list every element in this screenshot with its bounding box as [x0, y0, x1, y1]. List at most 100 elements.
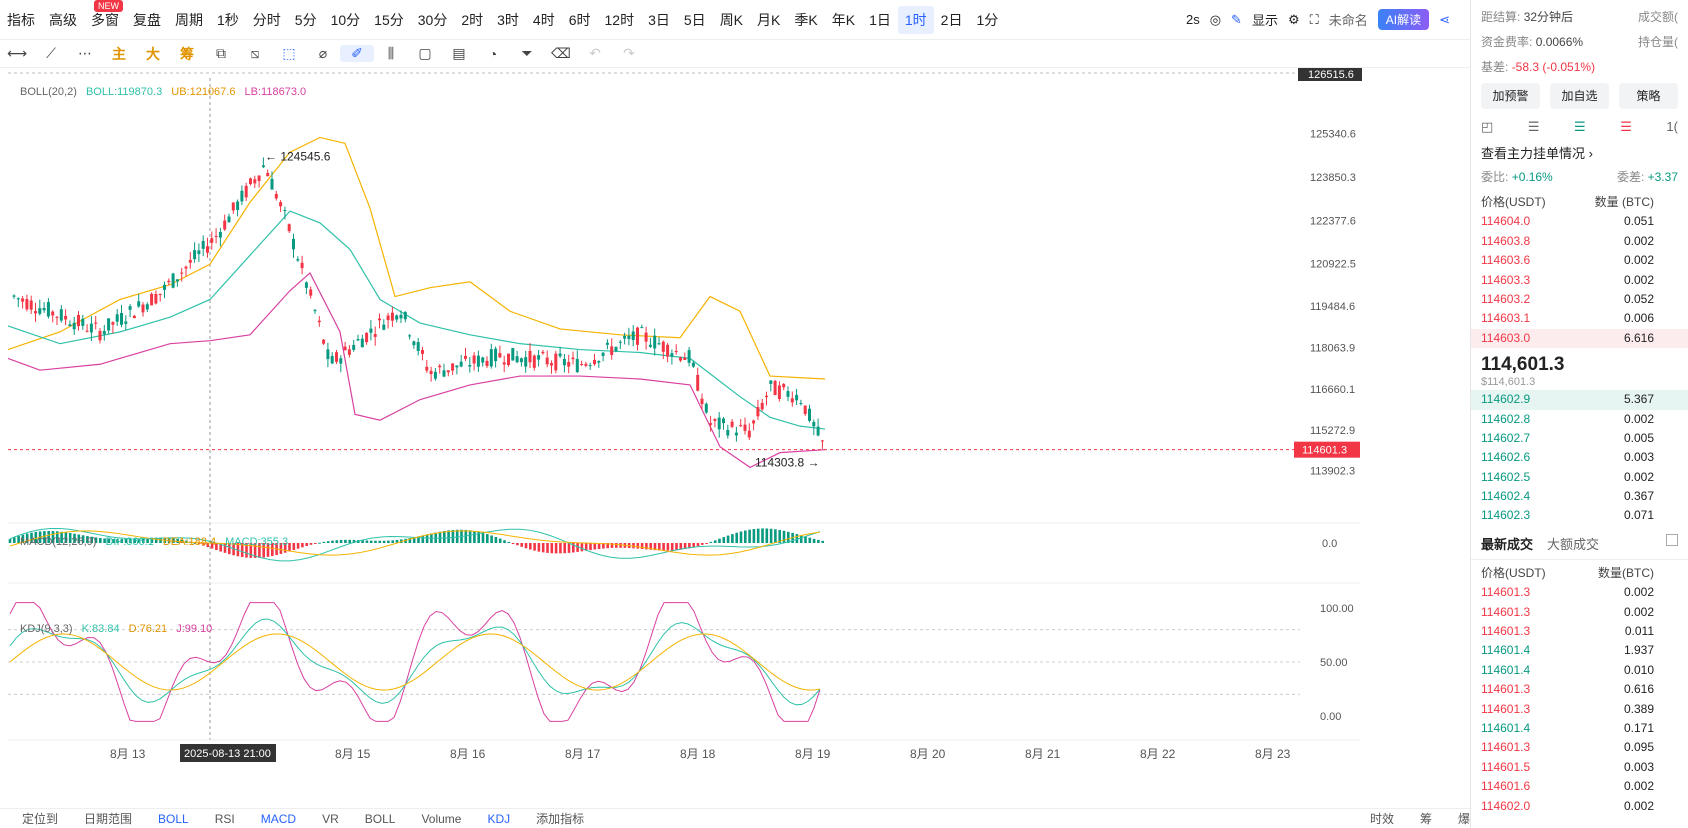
toolbar-item-5[interactable]: 1秒 [210, 0, 246, 40]
toolbar-item-24[interactable]: 2日 [934, 0, 970, 40]
trend-line-icon[interactable]: ⟋ [34, 45, 68, 62]
orderbook-row[interactable]: 114601.3 0.011 [1471, 622, 1688, 641]
bottom-item-2[interactable]: BOLL [158, 812, 189, 826]
bottom-item-7[interactable]: Volume [421, 812, 461, 826]
lock-icon[interactable]: ▢ [408, 45, 442, 62]
toolbar-item-16[interactable]: 3日 [641, 0, 677, 40]
orderbook-row[interactable]: 114601.4 0.171 [1471, 719, 1688, 738]
ruler-icon[interactable]: ⌀ [306, 45, 340, 62]
toolbar-item-4[interactable]: 周期 [168, 0, 210, 40]
bottom-item-4[interactable]: MACD [261, 812, 296, 826]
orderbook-row[interactable]: 114601.3 0.095 [1471, 738, 1688, 757]
toolbar-item-15[interactable]: 12时 [598, 0, 642, 40]
toolbar-item-14[interactable]: 6时 [562, 0, 598, 40]
orderbook-row[interactable]: 114601.4 0.010 [1471, 661, 1688, 680]
toolbar-item-17[interactable]: 5日 [677, 0, 713, 40]
toolbar-item-12[interactable]: 3时 [490, 0, 526, 40]
toolbar-item-10[interactable]: 30分 [411, 0, 455, 40]
orderbook-row[interactable]: 114603.8 0.002 [1471, 232, 1688, 251]
orderbook-row[interactable]: 114602.4 0.367 [1471, 487, 1688, 506]
bottom-item-0[interactable]: 定位到 [22, 810, 58, 827]
mode-ask-icon[interactable]: ☰ [1620, 119, 1632, 135]
bottom-item-11[interactable]: 筹 [1420, 810, 1432, 827]
bottom-item-3[interactable]: RSI [215, 812, 235, 826]
toolbar-item-25[interactable]: 1分 [969, 0, 1005, 40]
toolbar-item-1[interactable]: 高级 [42, 0, 84, 40]
refresh-rate[interactable]: 2s [1186, 12, 1200, 27]
magnet-icon[interactable]: ⧉ [204, 45, 238, 62]
orderbook-row[interactable]: 114602.3 0.071 [1471, 506, 1688, 525]
horizontal-line-icon[interactable]: ⟷ [0, 45, 34, 62]
pen-icon[interactable]: ✎ [1231, 12, 1242, 28]
tab-large-trades[interactable]: 大额成交 [1547, 534, 1599, 553]
main-force-button[interactable]: 主 [102, 44, 136, 64]
mode-bid-icon[interactable]: ☰ [1574, 119, 1586, 135]
add-alert-button[interactable]: 加预警 [1481, 83, 1540, 109]
share-icon[interactable]: ⋖ [1439, 12, 1450, 28]
bottom-item-1[interactable]: 日期范围 [84, 810, 132, 827]
measure-icon[interactable]: ⧅ [238, 45, 272, 62]
orderbook-row[interactable]: 114603.1 0.006 [1471, 309, 1688, 328]
rect-icon[interactable]: ⬚ [272, 45, 306, 62]
main-orders-link[interactable]: 查看主力挂单情况 › [1471, 143, 1688, 162]
orderbook-row[interactable]: 114601.6 0.002 [1471, 777, 1688, 796]
toolbar-item-0[interactable]: 指标 [0, 0, 42, 40]
bottom-item-9[interactable]: 添加指标 [536, 810, 584, 827]
redo-icon[interactable]: ↷ [612, 45, 646, 62]
palette-icon[interactable]: ◔ [476, 46, 510, 62]
toolbar-item-7[interactable]: 5分 [288, 0, 324, 40]
undo-icon[interactable]: ↶ [578, 45, 612, 62]
large-order-button[interactable]: 大 [136, 44, 170, 64]
candle-type-icon[interactable]: ⫼ [374, 45, 408, 62]
fullscreen-icon[interactable]: ⛶ [1310, 12, 1319, 28]
orderbook-row[interactable]: 114603.2 0.052 [1471, 290, 1688, 309]
checkbox-icon[interactable] [1666, 533, 1678, 546]
orderbook-row[interactable]: 114603.3 0.002 [1471, 271, 1688, 290]
orderbook-row[interactable]: 114601.3 0.389 [1471, 700, 1688, 719]
orderbook-row[interactable]: 114601.3 0.002 [1471, 583, 1688, 602]
bottom-item-8[interactable]: KDJ [487, 812, 510, 826]
bottom-item-6[interactable]: BOLL [365, 812, 396, 826]
toolbar-item-11[interactable]: 2时 [454, 0, 490, 40]
filter-icon[interactable]: ⏷ [510, 45, 544, 62]
toolbar-item-18[interactable]: 周K [713, 0, 750, 40]
orderbook-row[interactable]: 114602.6 0.003 [1471, 448, 1688, 467]
gear-icon[interactable]: ⚙ [1288, 12, 1300, 28]
mode-both-icon[interactable]: ☰ [1528, 119, 1540, 135]
toolbar-item-3[interactable]: 复盘 [126, 0, 168, 40]
toolbar-item-8[interactable]: 10分 [324, 0, 368, 40]
toolbar-item-13[interactable]: 4时 [526, 0, 562, 40]
toolbar-item-19[interactable]: 月K [750, 0, 787, 40]
orderbook-row[interactable]: 114601.3 0.002 [1471, 603, 1688, 622]
more-icon[interactable]: ⋯ [68, 45, 102, 62]
orderbook-row[interactable]: 114602.7 0.005 [1471, 429, 1688, 448]
orderbook-row[interactable]: 114602.9 5.367 [1471, 390, 1688, 410]
orderbook-row[interactable]: 114601.4 1.937 [1471, 641, 1688, 660]
toolbar-item-9[interactable]: 15分 [367, 0, 411, 40]
toolbar-item-6[interactable]: 分时 [246, 0, 288, 40]
ai-button[interactable]: AI解读 [1377, 9, 1430, 30]
cloud-layout[interactable]: 未命名 [1329, 10, 1368, 29]
orderbook-row[interactable]: 114602.8 0.002 [1471, 410, 1688, 429]
bottom-item-10[interactable]: 时效 [1370, 810, 1394, 827]
orderbook-row[interactable]: 114601.3 0.616 [1471, 680, 1688, 699]
bottom-item-5[interactable]: VR [322, 812, 339, 826]
brush-icon[interactable]: ✐ [340, 45, 374, 62]
toolbar-item-21[interactable]: 年K [825, 0, 862, 40]
chips-button[interactable]: 筹 [170, 44, 204, 64]
mode-icon[interactable]: ◰ [1481, 119, 1493, 135]
camera-icon[interactable]: ◎ [1210, 12, 1221, 28]
strategy-button[interactable]: 策略 [1619, 83, 1678, 109]
orderbook-row[interactable]: 114603.0 6.616 [1471, 328, 1688, 349]
orderbook-row[interactable]: 114601.5 0.003 [1471, 758, 1688, 777]
display-button[interactable]: 显示 [1252, 10, 1278, 29]
orderbook-row[interactable]: 114604.0 0.051 [1471, 212, 1688, 231]
toolbar-item-22[interactable]: 1日 [862, 0, 898, 40]
template-icon[interactable]: ▤ [442, 45, 476, 62]
toolbar-item-23[interactable]: 1时 [897, 5, 934, 34]
price-chart[interactable]: 125340.6 123850.3 122377.6 120922.5 119484.6… [0, 68, 1470, 828]
toolbar-item-20[interactable]: 季K [787, 0, 824, 40]
bottom-item-12[interactable]: 爆 [1458, 810, 1470, 827]
orderbook-row[interactable]: 114602.5 0.002 [1471, 468, 1688, 487]
tab-latest-trades[interactable]: 最新成交 [1481, 534, 1533, 553]
